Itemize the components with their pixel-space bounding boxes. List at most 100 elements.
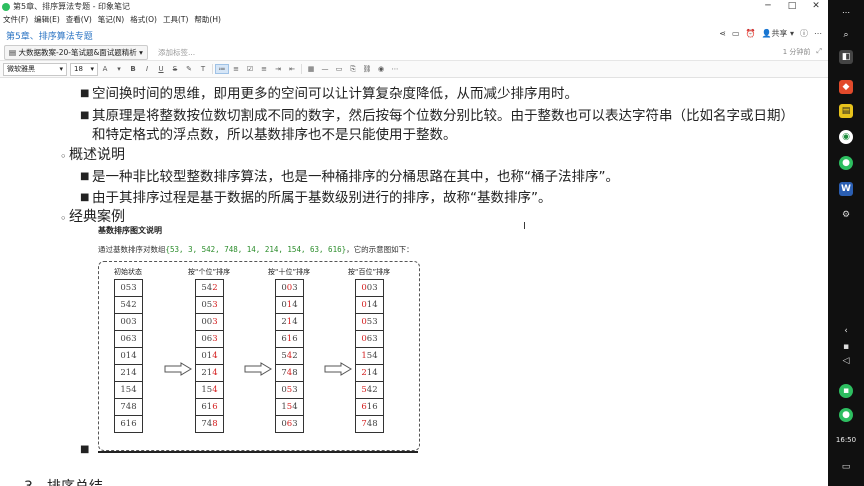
bucket-cell: 748	[115, 399, 142, 416]
digit: 4	[212, 368, 218, 378]
more-format-icon[interactable]: ⋯	[388, 65, 402, 73]
digit: 2	[212, 283, 218, 293]
chevron-up-icon[interactable]: ‹	[839, 324, 853, 338]
notification-icon[interactable]: ▭	[839, 460, 853, 474]
digit: 3	[372, 283, 378, 293]
menu-view[interactable]: 查看(V)	[63, 14, 95, 25]
bucket-cell: 053	[276, 382, 303, 399]
right-arrow-icon	[244, 362, 272, 376]
bucket-cell: 063	[276, 416, 303, 432]
bullet-list-icon[interactable]: ≔	[215, 64, 229, 74]
info-icon[interactable]: ⓘ	[800, 28, 808, 39]
digit: 4	[372, 300, 378, 310]
menu-edit[interactable]: 编辑(E)	[31, 14, 63, 25]
attachment-icon[interactable]: ⎘	[346, 65, 360, 74]
bullet-marker: ◦	[60, 212, 67, 225]
reading-time: 1 分钟前	[782, 48, 811, 56]
word-icon[interactable]: W	[839, 182, 853, 196]
bucket-cell: 748	[356, 416, 383, 432]
window-titlebar: 第5章、排序算法专题 - 印象笔记 ─ □ ✕	[0, 0, 828, 14]
font-family-select[interactable]: 微软雅黑 ▾	[3, 62, 67, 76]
numbered-list-icon[interactable]: ≡	[229, 65, 243, 73]
bucket-cell: 003	[115, 314, 142, 331]
tray-wechat-icon[interactable]: ●	[839, 408, 853, 422]
column-label: 按“百位”排序	[347, 268, 391, 276]
section-title: 概述说明	[69, 147, 125, 163]
figure-intro-prefix: 通过基数排序对数组	[98, 245, 166, 254]
bucket-cell: 748	[196, 416, 223, 432]
share-button[interactable]: 👤共享 ▾	[761, 28, 794, 39]
align-icon[interactable]: ≡	[257, 65, 271, 73]
taskbar-clock[interactable]: 16:50	[828, 436, 864, 444]
highlighter-icon[interactable]: ✎	[182, 65, 196, 73]
chat-icon[interactable]: ▭	[732, 29, 740, 38]
table-icon[interactable]: ▦	[304, 65, 318, 73]
menu-file[interactable]: 文件(F)	[0, 14, 31, 25]
more-icon[interactable]: ⋯	[814, 29, 822, 38]
volume-icon[interactable]: ◁	[839, 354, 853, 368]
menu-help[interactable]: 帮助(H)	[191, 14, 224, 25]
bucket-cell: 154	[196, 382, 223, 399]
bullet-marker: ■	[80, 110, 90, 121]
link-icon[interactable]: ⛓	[360, 65, 374, 73]
search-icon[interactable]: ⌕	[839, 28, 853, 42]
chrome-icon[interactable]: ◉	[839, 130, 853, 144]
network-icon[interactable]: ▪	[839, 340, 853, 354]
strikethrough-icon[interactable]: S	[168, 65, 182, 73]
app-red-icon[interactable]: ◆	[839, 80, 853, 94]
window-controls: ─ □ ✕	[756, 0, 828, 13]
note-title[interactable]: 第5章、排序算法专题	[6, 29, 93, 42]
bucket-cell: 214	[196, 365, 223, 382]
digit: 3	[292, 283, 298, 293]
tag-input[interactable]: 添加标签...	[158, 47, 195, 58]
bucket-cell: 616	[115, 416, 142, 432]
digit: 6	[292, 334, 298, 344]
text-line: 空间换时间的思维，即用更多的空间可以让计算复杂度降低，从而减少排序用时。	[92, 86, 578, 102]
bucket-cell: 748	[276, 365, 303, 382]
checkbox-icon[interactable]: ☑	[243, 65, 257, 73]
evernote-taskbar-icon[interactable]: ●	[839, 156, 853, 170]
menu-note[interactable]: 笔记(N)	[95, 14, 127, 25]
text-line: 其原理是将整数按位数切割成不同的数字，然后按每个位数分别比较。由于整数也可以表达…	[92, 108, 794, 124]
maximize-button[interactable]: □	[780, 0, 804, 13]
outdent-icon[interactable]: ⇤	[285, 65, 299, 73]
app-menu-icon[interactable]: ⋯	[839, 6, 853, 20]
radix-sort-figure[interactable]: 基数排序图文说明 通过基数排序对数组{53, 3, 542, 748, 14, …	[93, 221, 433, 456]
close-button[interactable]: ✕	[804, 0, 828, 13]
tray-app-icon[interactable]: ▪	[839, 384, 853, 398]
format-toolbar: 微软雅黑 ▾ 18 ▾ A ▾ B I U S ✎ T ≔ ≡ ☑ ≡ ⇥ ⇤ ▦ …	[0, 61, 828, 78]
figure-intro-array: {53, 3, 542, 748, 14, 214, 154, 63, 616}	[165, 245, 347, 254]
minimize-button[interactable]: ─	[756, 0, 780, 13]
record-audio-icon[interactable]: ◉	[374, 65, 388, 73]
bucket-cell: 053	[196, 297, 223, 314]
note-editor[interactable]: ■ 空间换时间的思维，即用更多的空间可以让计算复杂度降低，从而减少排序用时。 ■…	[0, 78, 828, 486]
present-icon[interactable]: ⋖	[719, 29, 726, 38]
clear-format-icon[interactable]: T	[196, 65, 210, 73]
code-block-icon[interactable]: ▭	[332, 65, 346, 73]
digit: 3	[292, 385, 298, 395]
bucket-cell: 014	[356, 297, 383, 314]
right-arrow-icon	[164, 362, 192, 376]
horizontal-rule-icon[interactable]: —	[318, 65, 332, 73]
digit: 4	[372, 351, 378, 361]
notes-app-icon[interactable]: ▤	[839, 104, 853, 118]
highlight-icon[interactable]: ▾	[112, 65, 126, 73]
bullet-marker: ■	[80, 171, 90, 182]
reminder-icon[interactable]: ⏰	[746, 29, 756, 38]
font-color-icon[interactable]: A	[98, 65, 112, 73]
font-size-select[interactable]: 18 ▾	[70, 62, 98, 76]
note-actions: ⋖ ▭ ⏰ 👤共享 ▾ ⓘ ⋯	[719, 28, 822, 39]
digit: 4	[292, 300, 298, 310]
menu-tools[interactable]: 工具(T)	[160, 14, 191, 25]
window-title: 第5章、排序算法专题 - 印象笔记	[13, 2, 131, 11]
indent-icon[interactable]: ⇥	[271, 65, 285, 73]
share-label: 共享	[771, 29, 788, 38]
underline-icon[interactable]: U	[154, 65, 168, 73]
notebook-selector[interactable]: ▤ 大数据教案-20-笔试题&面试题精析 ▾	[4, 44, 148, 60]
expand-icon[interactable]: ⤢	[816, 47, 822, 57]
bold-icon[interactable]: B	[126, 65, 140, 73]
settings-gear-icon[interactable]: ⚙	[839, 208, 853, 222]
menu-format[interactable]: 格式(O)	[127, 14, 160, 25]
italic-icon[interactable]: I	[140, 65, 154, 73]
task-view-icon[interactable]: ◧	[839, 50, 853, 64]
